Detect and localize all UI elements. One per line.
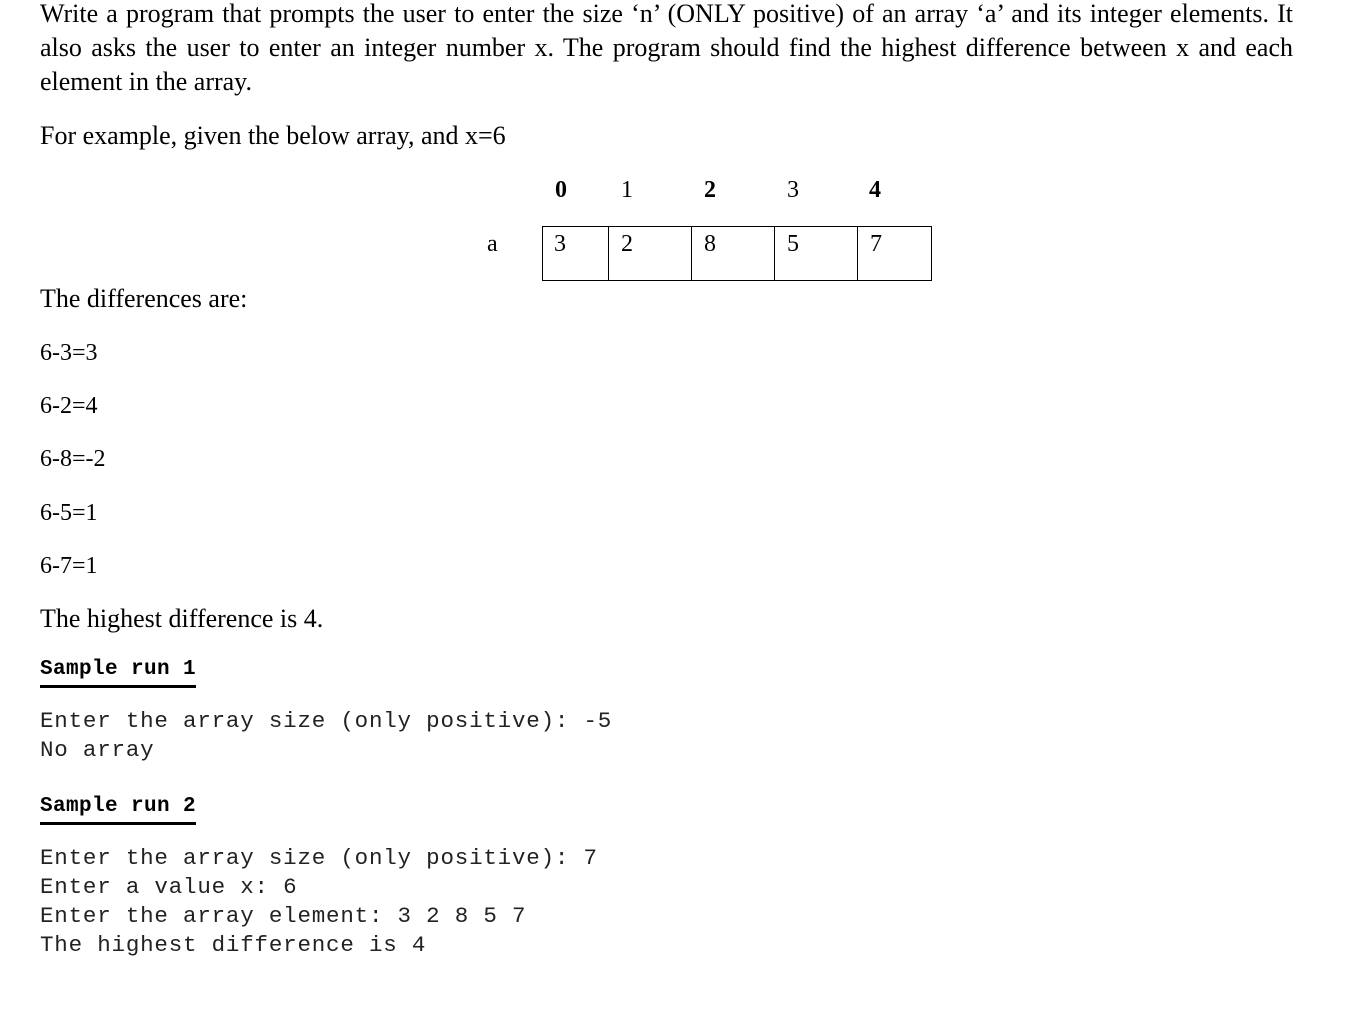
problem-statement: Write a program that prompts the user to… xyxy=(40,0,1293,96)
differences-heading: The differences are: xyxy=(40,284,248,313)
array-cell: 3 xyxy=(543,227,609,280)
array-index: 4 xyxy=(869,177,881,203)
sample-run-2-line: The highest difference is 4 xyxy=(40,932,427,958)
array-index: 3 xyxy=(787,177,799,203)
array-cell: 8 xyxy=(692,227,775,280)
sample-run-1-line: Enter the array size (only positive): -5 xyxy=(40,708,613,734)
sample-run-1-line: No array xyxy=(40,737,155,763)
array-index: 0 xyxy=(555,177,567,203)
array-cells: 3 2 8 5 7 xyxy=(542,226,932,281)
array-index: 1 xyxy=(621,177,633,203)
array-cell: 5 xyxy=(775,227,858,280)
difference-line: 6-7=1 xyxy=(40,553,98,579)
sample-run-1-heading: Sample run 1 xyxy=(40,657,197,688)
sample-run-2-line: Enter the array element: 3 2 8 5 7 xyxy=(40,903,527,929)
sample-run-2-line: Enter a value x: 6 xyxy=(40,874,298,900)
highest-difference-conclusion: The highest difference is 4. xyxy=(40,604,324,633)
array-index: 2 xyxy=(704,177,716,203)
array-name-label: a xyxy=(487,231,498,257)
difference-line: 6-8=-2 xyxy=(40,446,106,472)
example-intro: For example, given the below array, and … xyxy=(40,121,506,150)
sample-run-2-heading: Sample run 2 xyxy=(40,794,197,825)
difference-line: 6-3=3 xyxy=(40,340,98,366)
difference-line: 6-5=1 xyxy=(40,500,98,526)
sample-run-2-line: Enter the array size (only positive): 7 xyxy=(40,845,598,871)
array-cell: 7 xyxy=(870,231,882,257)
difference-line: 6-2=4 xyxy=(40,393,98,419)
array-cell: 2 xyxy=(609,227,692,280)
